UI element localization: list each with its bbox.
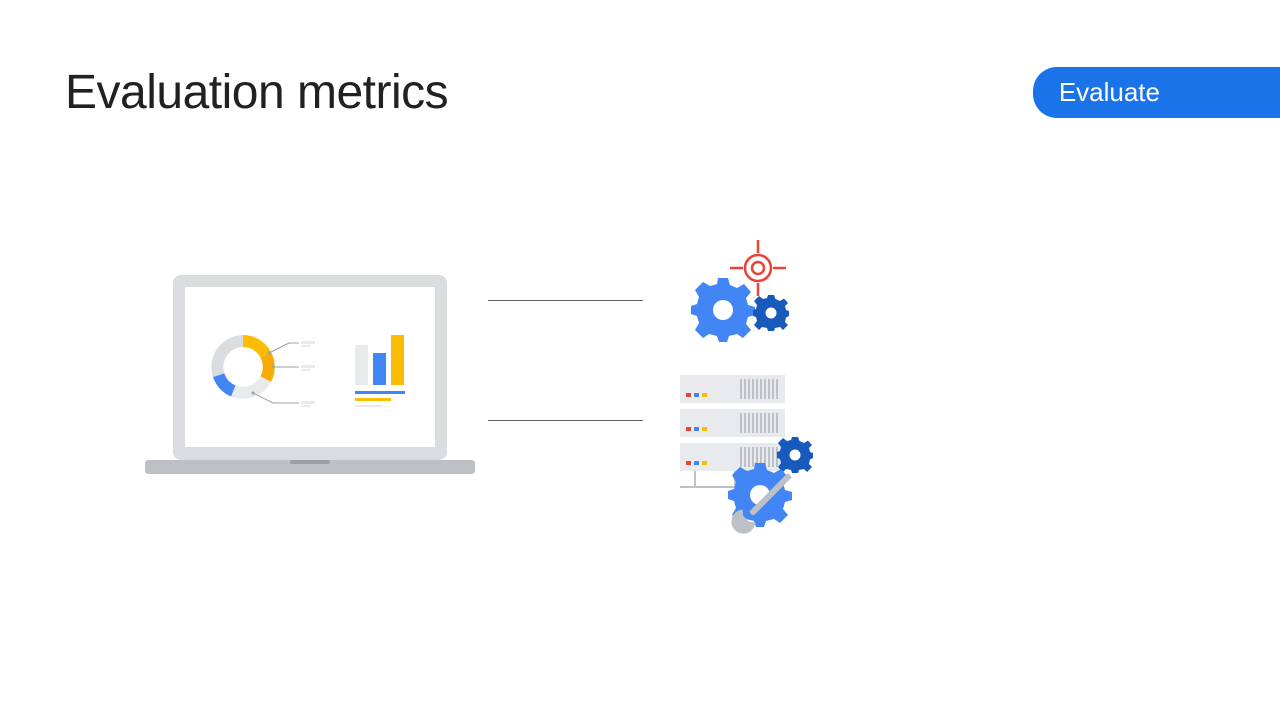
server-tuning-icon (680, 375, 855, 545)
evaluate-badge: Evaluate (1033, 67, 1280, 118)
gears-target-icon (685, 240, 805, 355)
connector-line-bottom (488, 420, 643, 421)
illustration-area (100, 240, 880, 560)
page-title: Evaluation metrics (65, 65, 448, 120)
connector-line-top (488, 300, 643, 301)
laptop-analytics-icon (145, 275, 485, 490)
